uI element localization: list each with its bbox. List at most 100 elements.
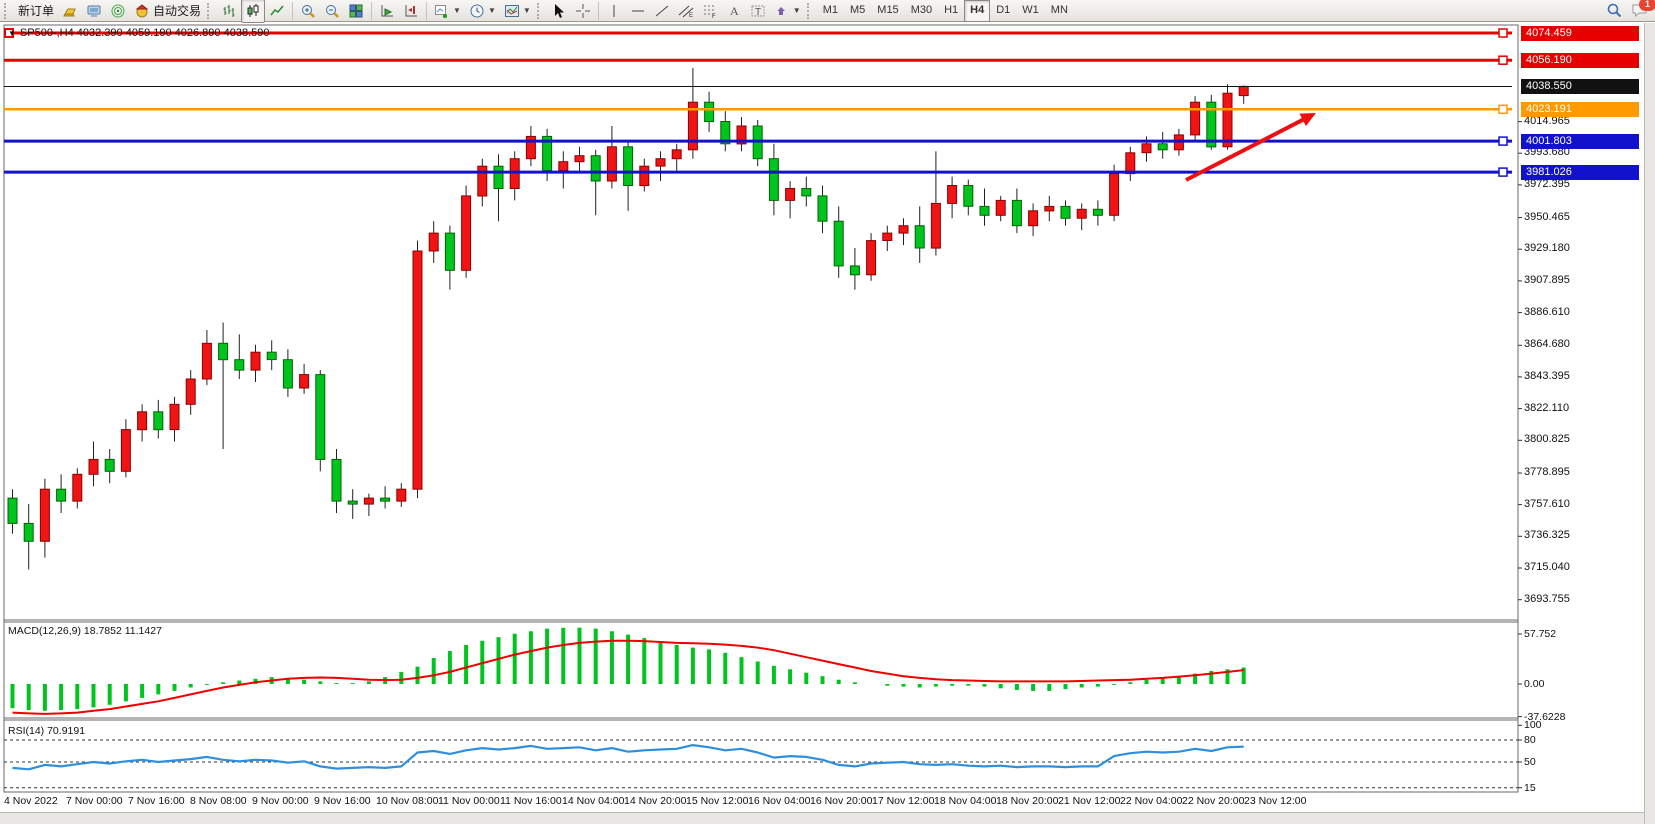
arrows-button[interactable]: ▼ bbox=[770, 0, 805, 23]
tab-timeframe-h1[interactable]: H1 bbox=[938, 0, 964, 22]
toolbar-grip[interactable] bbox=[207, 3, 215, 19]
line-handle[interactable] bbox=[1499, 29, 1507, 37]
candle-body bbox=[591, 156, 600, 181]
tab-timeframe-w1[interactable]: W1 bbox=[1016, 0, 1045, 22]
price-tick-label: 3778.895 bbox=[1524, 466, 1570, 478]
tab-timeframe-h4[interactable]: H4 bbox=[964, 0, 990, 22]
candle-body bbox=[802, 189, 811, 196]
rsi-scale-label: 80 bbox=[1524, 734, 1536, 746]
chart-canvas[interactable] bbox=[0, 23, 1655, 824]
tab-timeframe-m15[interactable]: M15 bbox=[871, 0, 904, 22]
tab-timeframe-mn[interactable]: MN bbox=[1045, 0, 1074, 22]
candle-body bbox=[8, 498, 17, 523]
price-line-badge: 3981.026 bbox=[1521, 165, 1639, 180]
candle-body bbox=[1029, 211, 1038, 226]
chart-svg[interactable] bbox=[0, 23, 1655, 824]
tab-timeframe-m1[interactable]: M1 bbox=[817, 0, 844, 22]
macd-scale-label: 0.00 bbox=[1524, 678, 1544, 690]
new-order-button[interactable]: 新订单 bbox=[14, 0, 58, 23]
svg-text:E: E bbox=[689, 13, 693, 19]
bar-chart-button[interactable] bbox=[217, 0, 241, 23]
chevron-down-icon: ▼ bbox=[793, 6, 801, 15]
horizontal-line-button[interactable] bbox=[626, 0, 650, 23]
toolbar-grip[interactable] bbox=[807, 3, 815, 19]
candle-body bbox=[818, 196, 827, 221]
candle-body bbox=[235, 360, 244, 370]
price-tick-label: 3950.465 bbox=[1524, 211, 1570, 223]
zoom-out-button[interactable] bbox=[320, 0, 344, 23]
macd-indicator-label: MACD(12,26,9) 18.7852 11.1427 bbox=[8, 625, 162, 637]
rsi-scale-label: 100 bbox=[1524, 719, 1542, 731]
price-tick-label: 3693.755 bbox=[1524, 593, 1570, 605]
macd-scale-label: 57.752 bbox=[1524, 628, 1556, 640]
add-indicator-button[interactable]: ▼ bbox=[430, 0, 465, 23]
zoom-in-button[interactable] bbox=[296, 0, 320, 23]
tab-timeframe-m30[interactable]: M30 bbox=[905, 0, 938, 22]
line-chart-icon bbox=[269, 3, 285, 19]
candle-body bbox=[1191, 102, 1200, 135]
line-handle[interactable] bbox=[1499, 105, 1507, 113]
candle-body bbox=[1093, 209, 1102, 215]
candle-body bbox=[364, 498, 373, 504]
channel-button[interactable]: E bbox=[674, 0, 698, 23]
candle-body bbox=[834, 221, 843, 266]
tile-windows-button[interactable] bbox=[344, 0, 368, 23]
periods-button[interactable]: ▼ bbox=[465, 0, 500, 23]
chart-window[interactable]: ▼ SP500-,H4 4032.390 4059.190 4026.890 4… bbox=[0, 23, 1655, 824]
cursor-button[interactable] bbox=[547, 0, 571, 23]
toolbar-grip[interactable] bbox=[4, 3, 12, 19]
gold-bar-button[interactable] bbox=[58, 0, 82, 23]
tile-windows-icon bbox=[348, 3, 364, 19]
vertical-line-icon bbox=[606, 3, 622, 19]
time-axis-label: 4 Nov 2022 bbox=[4, 795, 58, 807]
candle-body bbox=[1045, 206, 1054, 211]
auto-scroll-button[interactable] bbox=[375, 0, 399, 23]
candle-body bbox=[1239, 86, 1248, 95]
vertical-line-button[interactable] bbox=[602, 0, 626, 23]
clock-icon bbox=[469, 3, 485, 19]
candle-body bbox=[640, 166, 649, 185]
candle-body bbox=[1142, 144, 1151, 153]
chevron-down-icon: ▼ bbox=[453, 6, 461, 15]
rsi-indicator-label: RSI(14) 70.9191 bbox=[8, 725, 85, 737]
toolbar-grip[interactable] bbox=[537, 3, 545, 19]
line-chart-button[interactable] bbox=[265, 0, 289, 23]
time-axis-label: 15 Nov 12:00 bbox=[686, 795, 748, 807]
zoom-out-icon bbox=[324, 3, 340, 19]
autotrade-button[interactable]: 自动交易 bbox=[130, 0, 205, 23]
notification-badge[interactable]: 1 bbox=[1639, 0, 1655, 11]
time-axis-label: 14 Nov 20:00 bbox=[624, 795, 686, 807]
toolbar-separator bbox=[598, 2, 599, 20]
terminal-button[interactable] bbox=[82, 0, 106, 23]
candle-body bbox=[931, 203, 940, 248]
price-tick-label: 3757.610 bbox=[1524, 498, 1570, 510]
crosshair-button[interactable] bbox=[571, 0, 595, 23]
line-handle[interactable] bbox=[1499, 168, 1507, 176]
text-button[interactable]: A bbox=[722, 0, 746, 23]
search-button[interactable] bbox=[1602, 0, 1627, 23]
line-handle[interactable] bbox=[1499, 137, 1507, 145]
toolbar-separator bbox=[292, 2, 293, 20]
terminal-window: 新订单 自动交易 bbox=[0, 0, 1655, 824]
time-axis-label: 22 Nov 04:00 bbox=[1120, 795, 1182, 807]
toolbar-separator bbox=[426, 2, 427, 20]
chart-shift-button[interactable] bbox=[399, 0, 423, 23]
candle-body bbox=[105, 459, 114, 471]
candle-body bbox=[40, 489, 49, 541]
candle-body bbox=[980, 206, 989, 215]
time-axis-label: 7 Nov 16:00 bbox=[128, 795, 185, 807]
fibonacci-button[interactable]: F bbox=[698, 0, 722, 23]
templates-button[interactable]: ▼ bbox=[500, 0, 535, 23]
trendline-button[interactable] bbox=[650, 0, 674, 23]
candle-body bbox=[186, 379, 195, 404]
tab-timeframe-m5[interactable]: M5 bbox=[844, 0, 871, 22]
line-handle[interactable] bbox=[1499, 56, 1507, 64]
signal-button[interactable] bbox=[106, 0, 130, 23]
tab-timeframe-d1[interactable]: D1 bbox=[990, 0, 1016, 22]
svg-text:T: T bbox=[755, 7, 761, 18]
text-label-button[interactable]: T bbox=[746, 0, 770, 23]
candlestick-chart-button[interactable] bbox=[241, 0, 265, 23]
new-order-label: 新订单 bbox=[18, 2, 54, 19]
chat-button[interactable]: 1 bbox=[1627, 0, 1653, 23]
price-tick-label: 3843.395 bbox=[1524, 370, 1570, 382]
